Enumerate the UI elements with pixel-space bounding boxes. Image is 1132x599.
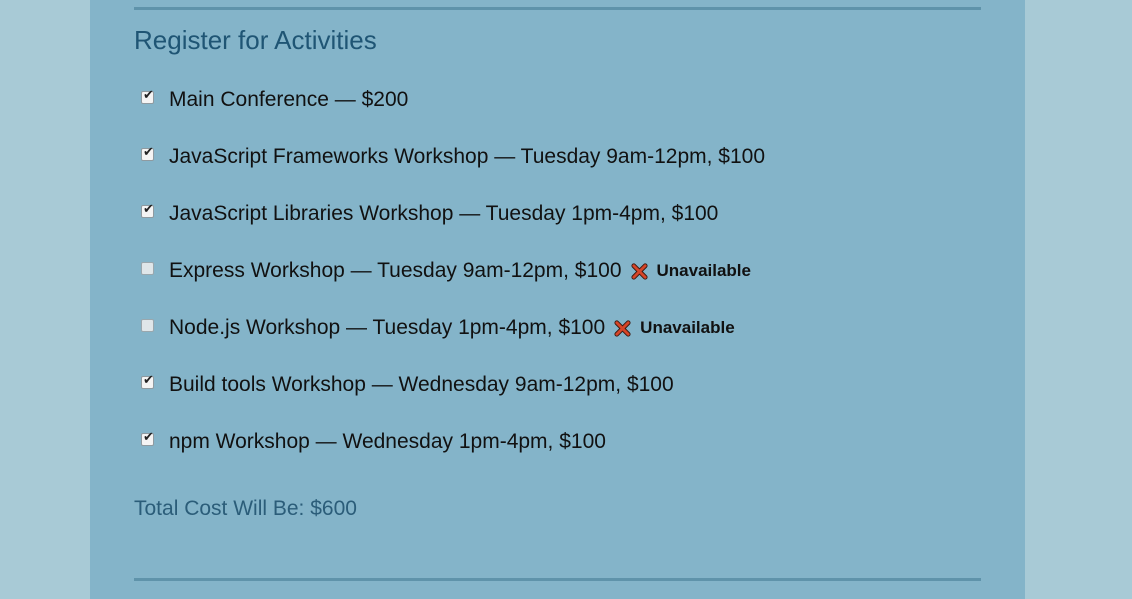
activity-checkbox[interactable]: ✔ bbox=[141, 144, 154, 161]
section-title: Register for Activities bbox=[134, 25, 377, 55]
activity-js-libraries[interactable]: ✔ JavaScript Libraries Workshop — Tuesda… bbox=[138, 200, 718, 228]
activity-build-tools[interactable]: ✔ Build tools Workshop — Wednesday 9am-1… bbox=[138, 371, 674, 399]
check-icon: ✔ bbox=[143, 371, 154, 387]
activity-js-frameworks[interactable]: ✔ JavaScript Frameworks Workshop — Tuesd… bbox=[138, 143, 765, 171]
activity-main-conference[interactable]: ✔ Main Conference — $200 bbox=[138, 86, 408, 114]
activities-panel: Register for Activities ✔ Main Conferenc… bbox=[90, 0, 1025, 599]
bottom-divider bbox=[134, 578, 981, 581]
top-divider bbox=[134, 7, 981, 10]
activity-checkbox[interactable]: ✔ bbox=[141, 201, 154, 218]
activity-label: Build tools Workshop — Wednesday 9am-12p… bbox=[169, 373, 674, 396]
unavailable-badge: Unavailable bbox=[630, 257, 752, 285]
close-icon bbox=[630, 262, 648, 280]
unavailable-badge: Unavailable bbox=[613, 314, 735, 342]
check-icon: ✔ bbox=[143, 428, 154, 444]
activity-checkbox[interactable] bbox=[141, 318, 154, 332]
activity-express[interactable]: Express Workshop — Tuesday 9am-12pm, $10… bbox=[138, 257, 751, 285]
check-icon: ✔ bbox=[143, 86, 154, 102]
activity-label: JavaScript Libraries Workshop — Tuesday … bbox=[169, 202, 719, 225]
activity-checkbox[interactable]: ✔ bbox=[141, 429, 154, 446]
activity-label: npm Workshop — Wednesday 1pm-4pm, $100 bbox=[169, 430, 606, 453]
activity-label: Express Workshop — Tuesday 9am-12pm, $10… bbox=[169, 259, 622, 282]
activity-checkbox[interactable]: ✔ bbox=[141, 372, 154, 389]
activity-nodejs[interactable]: Node.js Workshop — Tuesday 1pm-4pm, $100… bbox=[138, 314, 735, 342]
check-icon: ✔ bbox=[143, 200, 154, 216]
activity-npm[interactable]: ✔ npm Workshop — Wednesday 1pm-4pm, $100 bbox=[138, 428, 606, 456]
unavailable-label: Unavailable bbox=[656, 261, 752, 280]
activity-checkbox[interactable]: ✔ bbox=[141, 87, 154, 104]
activity-label: Node.js Workshop — Tuesday 1pm-4pm, $100 bbox=[169, 316, 606, 339]
close-icon bbox=[614, 319, 631, 337]
activity-label: JavaScript Frameworks Workshop — Tuesday… bbox=[169, 145, 766, 168]
activity-label: Main Conference — $200 bbox=[169, 88, 409, 111]
activity-checkbox[interactable] bbox=[141, 261, 154, 275]
check-icon: ✔ bbox=[143, 143, 154, 159]
total-cost: Total Cost Will Be: $600 bbox=[134, 497, 357, 520]
unavailable-label: Unavailable bbox=[640, 318, 735, 337]
